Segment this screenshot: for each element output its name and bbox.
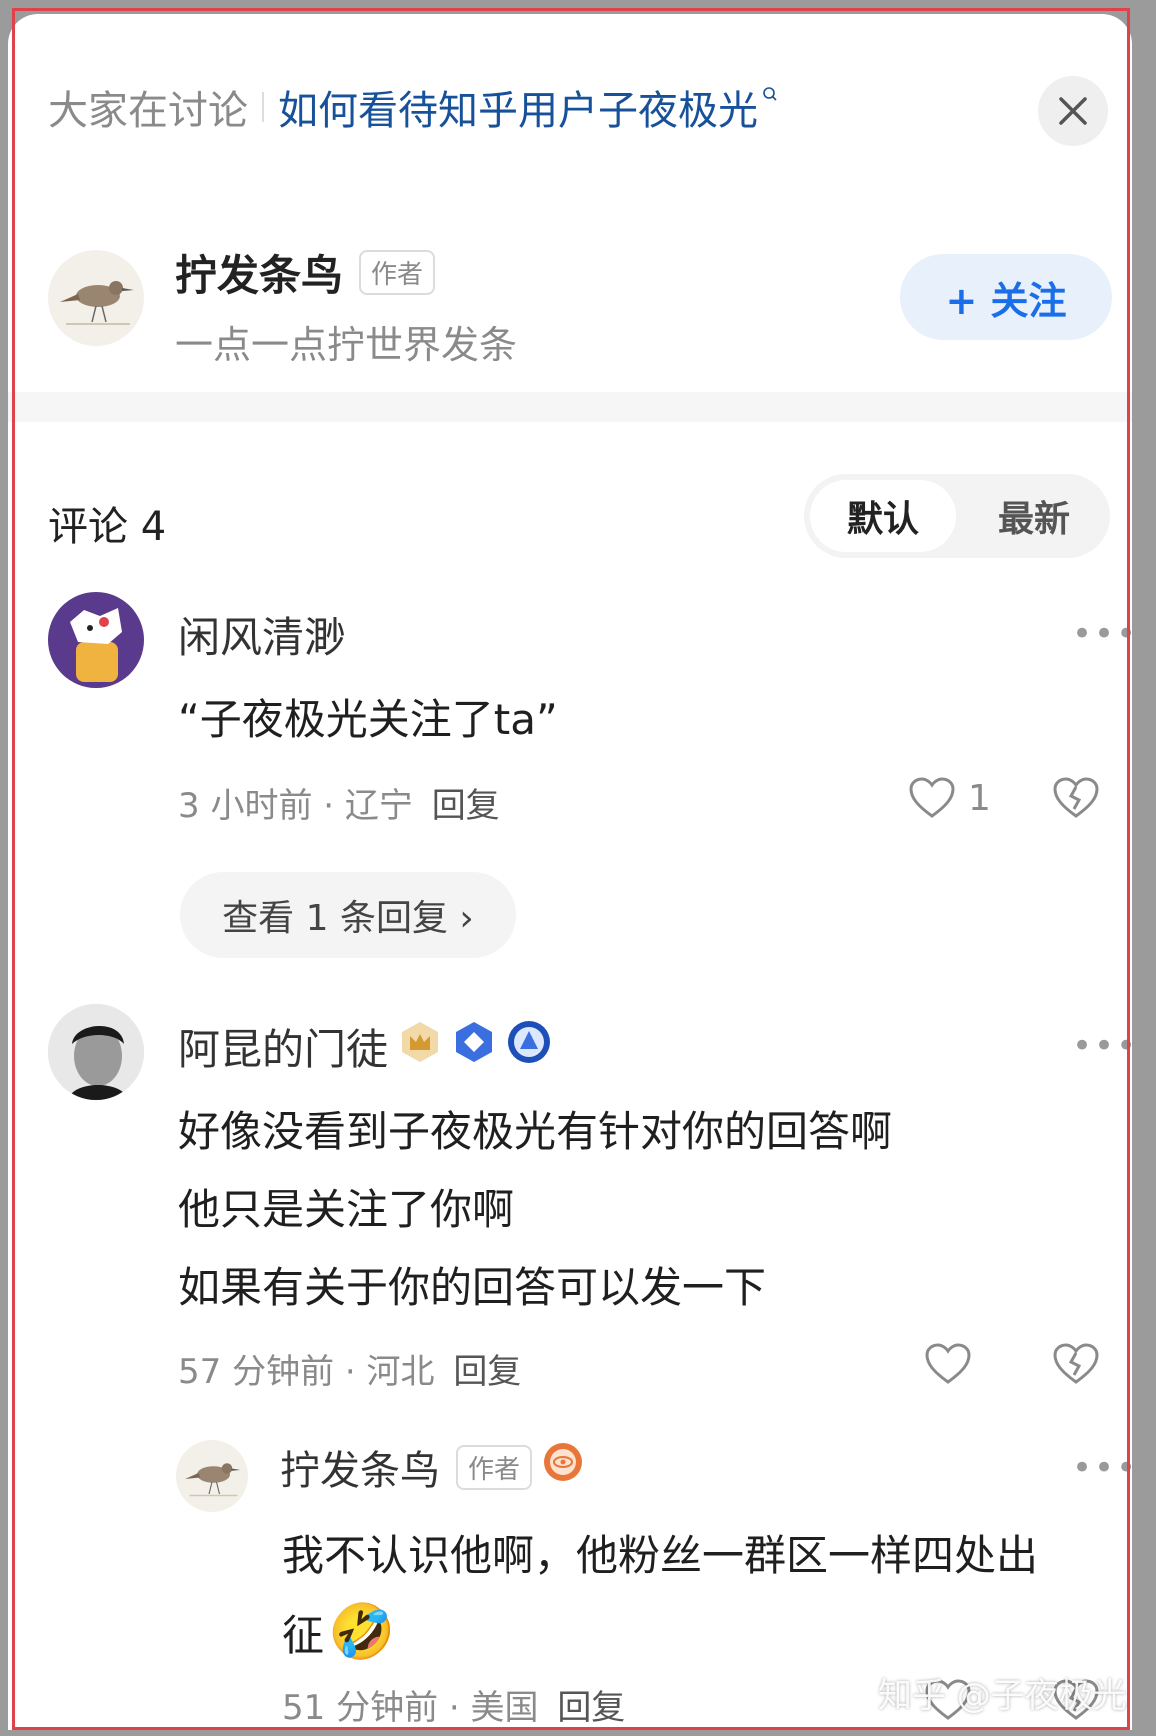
topic-separator [262, 92, 264, 122]
author-bio: 一点一点拧世界发条 [175, 323, 518, 367]
sort-toggle: 默认 最新 [804, 474, 1110, 558]
comment-sheet: 大家在讨论 如何看待知乎用户子夜极光 拧发条鸟 作者 一点一点拧世界发条 + 关… [8, 14, 1132, 1730]
broken-heart-icon [1053, 1343, 1099, 1384]
commenter-name[interactable]: 阿昆的门徒 [178, 1016, 388, 1077]
more-options-icon[interactable]: ••• [1072, 1026, 1132, 1066]
broken-heart-icon [1053, 777, 1099, 818]
reply-author-avatar[interactable] [176, 1440, 248, 1512]
more-options-icon[interactable]: ••• [1072, 614, 1132, 654]
portrait-avatar-icon [48, 1004, 144, 1100]
heart-icon [909, 777, 955, 818]
reply-author-row: 拧发条鸟 作者 [280, 1438, 584, 1496]
commenter-name[interactable]: 闲风清渺 [178, 604, 346, 665]
comment-text-line: 好像没看到子夜极光有针对你的回答啊 [178, 1107, 893, 1156]
topic-title-link[interactable]: 如何看待知乎用户子夜极光 [278, 78, 758, 136]
author-card: 拧发条鸟 作者 一点一点拧世界发条 + 关注 [48, 236, 1112, 367]
section-divider [8, 392, 1132, 422]
comment-time: 3 小时前 · 辽宁 [178, 786, 413, 826]
reply-button[interactable]: 回复 [453, 1352, 521, 1392]
view-replies-button[interactable]: 查看 1 条回复 › [180, 872, 516, 958]
zhihu-watermark: 知乎 @子夜极光 [878, 1676, 1127, 1716]
cartoon-avatar-icon [70, 608, 122, 682]
commenter-name-row: 阿昆的门徒 [178, 1016, 552, 1077]
reply-button[interactable]: 回复 [557, 1688, 625, 1728]
like-button[interactable] [924, 1342, 972, 1386]
comment-meta: 3 小时前 · 辽宁 回复 [178, 778, 500, 827]
comment-text: “子夜极光关注了ta” [178, 695, 558, 744]
commenter-avatar[interactable] [48, 1004, 144, 1100]
bird-avatar-icon [60, 281, 134, 325]
more-options-icon[interactable]: ••• [1072, 1448, 1132, 1488]
heart-icon [925, 1343, 971, 1384]
comment-text-line: 如果有关于你的回答可以发一下 [178, 1263, 767, 1312]
comment-text-line: 他只是关注了你啊 [178, 1185, 515, 1234]
reply-button[interactable]: 回复 [432, 786, 500, 826]
close-button[interactable] [1038, 76, 1108, 146]
comment-meta: 57 分钟前 · 河北 回复 [178, 1344, 521, 1393]
laughing-emoji-icon: 🤣 [328, 1600, 396, 1663]
orange-eye-badge-icon [542, 1441, 584, 1493]
like-count: 1 [968, 777, 991, 819]
reply-meta: 51 分钟前 · 美国 回复 [282, 1680, 625, 1729]
dislike-button[interactable] [1052, 1342, 1100, 1390]
reply-text-line-row: 征 🤣 [282, 1600, 395, 1664]
dislike-button[interactable] [1052, 776, 1100, 824]
sort-default-tab[interactable]: 默认 [810, 480, 956, 552]
author-badge: 作者 [359, 250, 436, 295]
sort-newest-tab[interactable]: 最新 [964, 480, 1104, 552]
author-name[interactable]: 拧发条鸟 [175, 242, 343, 303]
blue-circle-badge-icon [506, 1019, 552, 1075]
reply-text-line: 我不认识他啊，他粉丝一群区一样四处出 [282, 1531, 1039, 1580]
bird-avatar-icon [185, 1463, 241, 1497]
author-badge: 作者 [456, 1444, 533, 1490]
search-icon [763, 87, 777, 101]
author-name-row: 拧发条鸟 作者 [175, 242, 436, 303]
follow-button[interactable]: + 关注 [900, 254, 1112, 340]
topic-label: 大家在讨论 [48, 88, 248, 134]
blue-diamond-badge-icon [452, 1020, 496, 1074]
comment-time: 57 分钟前 · 河北 [178, 1352, 435, 1392]
crown-badge-icon [398, 1020, 442, 1074]
commenter-avatar[interactable] [48, 592, 144, 688]
reply-author-name[interactable]: 拧发条鸟 [280, 1438, 440, 1496]
reply-time: 51 分钟前 · 美国 [282, 1688, 539, 1728]
close-icon [1059, 97, 1087, 125]
author-avatar[interactable] [48, 250, 144, 346]
reply-text-line: 征 [282, 1610, 325, 1660]
comments-count-title: 评论 4 [48, 504, 167, 550]
topic-bar[interactable]: 大家在讨论 如何看待知乎用户子夜极光 [48, 78, 778, 136]
like-button[interactable]: 1 [908, 776, 991, 820]
